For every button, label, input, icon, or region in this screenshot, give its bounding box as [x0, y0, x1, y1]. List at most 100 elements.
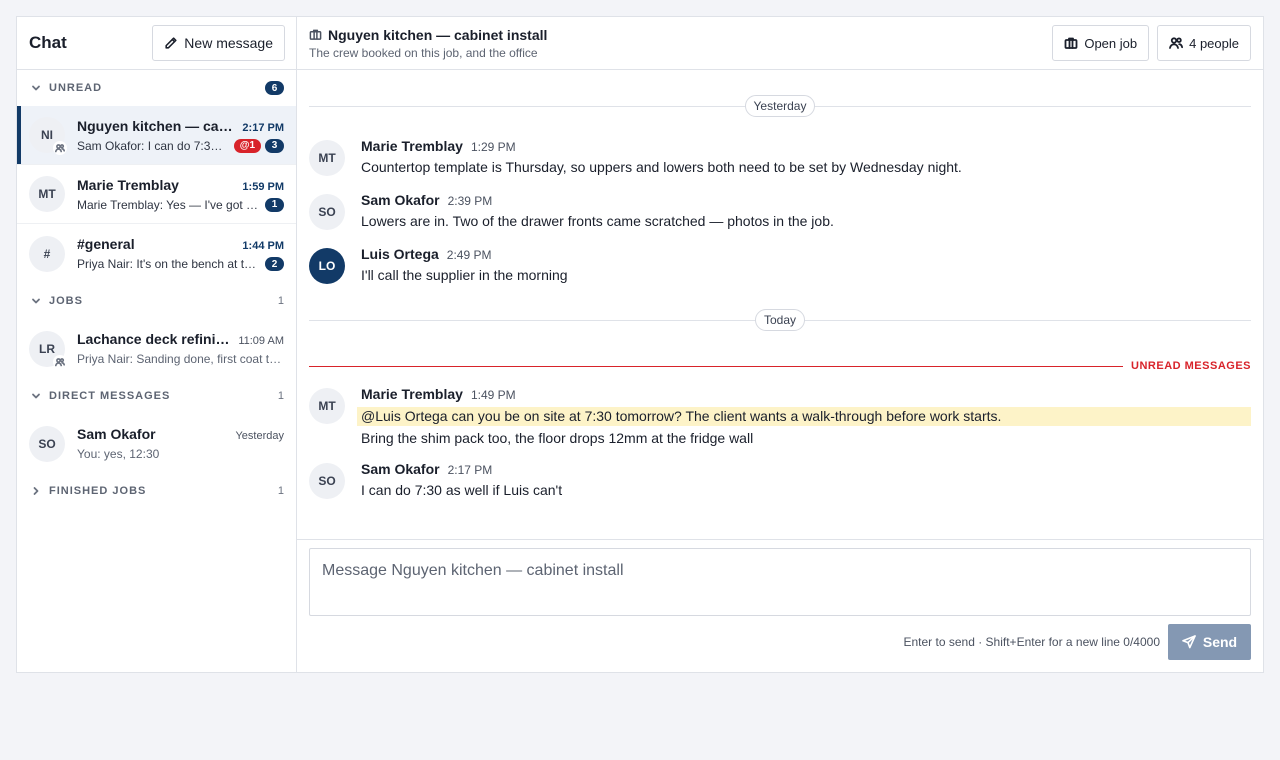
- section-count: 1: [277, 485, 284, 497]
- conversation-preview: Sam Okafor: I can do 7:30 as well if Lui…: [77, 138, 228, 153]
- new-message-label: New message: [184, 35, 273, 51]
- unread-label: UNREAD MESSAGES: [1131, 360, 1251, 372]
- section-direct-messages[interactable]: DIRECT MESSAGES 1: [17, 378, 296, 414]
- conversation-subtitle: The crew booked on this job, and the off…: [309, 45, 538, 60]
- message: MT Marie Tremblay 1:49 PM @Luis Ortega c…: [309, 381, 1251, 452]
- conversation-pane: Nguyen kitchen — cabinet install The cre…: [297, 17, 1263, 672]
- conversation-preview: Marie Tremblay: Yes — I've got the keys: [77, 197, 259, 212]
- composer-hint: Enter to send · Shift+Enter for a new li…: [903, 635, 1161, 649]
- message-text: Lowers are in. Two of the drawer fronts …: [361, 213, 834, 229]
- message-input-box: [309, 548, 1251, 616]
- day-divider-yesterday: Yesterday: [309, 93, 1251, 125]
- unread-count-badge: 3: [265, 138, 284, 153]
- message-time: 2:49 PM: [446, 248, 492, 262]
- conversation-preview: You: yes, 12:30: [77, 447, 160, 461]
- send-icon: [1182, 635, 1196, 649]
- message-author: Sam Okafor: [361, 192, 440, 208]
- conversation-header: Nguyen kitchen — cabinet install The cre…: [297, 17, 1263, 70]
- message-list: Yesterday MT Marie Tremblay 1:29 PM Coun…: [297, 70, 1263, 539]
- conversation-item-marie-tremblay[interactable]: MT Marie Tremblay 1:59 PM Marie Tremblay…: [17, 165, 296, 224]
- conversation-body: Marie Tremblay 1:59 PM Marie Tremblay: Y…: [77, 177, 284, 212]
- conversation-item-general[interactable]: # #general 1:44 PM Priya Nair: It's on t…: [17, 224, 296, 283]
- unread-count-badge: 1: [265, 197, 284, 212]
- conversation-time: 2:17 PM: [242, 121, 284, 134]
- day-label: Today: [754, 309, 806, 331]
- group-icon: [53, 141, 67, 155]
- conversation-item-sam-okafor[interactable]: SO Sam Okafor Yesterday You: yes, 12:30: [17, 414, 296, 473]
- section-label: UNREAD: [49, 82, 103, 94]
- avatar: LO: [309, 248, 345, 284]
- message: SO Sam Okafor 2:39 PM Lowers are in. Two…: [309, 187, 1251, 235]
- day-divider-today: Today: [309, 307, 1251, 339]
- avatar: SO: [309, 194, 345, 230]
- message-author: Marie Tremblay: [361, 138, 463, 154]
- conversation-item-lachance-deck[interactable]: LR Lachance deck refinish 11:09 AM Priya…: [17, 319, 296, 378]
- conversation-preview: Priya Nair: It's on the bench at the sho…: [77, 257, 259, 271]
- open-job-button[interactable]: Open job: [1052, 25, 1150, 61]
- avatar: MT: [29, 176, 65, 212]
- message-text: Bring the shim pack too, the floor drops…: [361, 430, 754, 446]
- conversation-time: 1:59 PM: [242, 180, 284, 193]
- people-icon: [1169, 37, 1184, 49]
- avatar-initials: SO: [38, 436, 56, 451]
- avatar-initials: NI: [41, 128, 53, 142]
- avatar-initials: LR: [39, 341, 55, 356]
- conversation-body: Nguyen kitchen — cabinet install 2:17 PM…: [77, 118, 284, 153]
- day-label: Yesterday: [744, 95, 816, 117]
- conversation-name: Sam Okafor: [77, 426, 156, 442]
- conversation-name: #general: [77, 236, 135, 252]
- chevron-down-icon: [31, 83, 41, 93]
- sidebar: Chat New message UNREAD 6 NI Nguyen kitc…: [17, 17, 297, 672]
- message-input[interactable]: [322, 562, 1238, 602]
- avatar-initials: #: [43, 246, 51, 261]
- section-unread[interactable]: UNREAD 6: [17, 70, 296, 106]
- section-finished-jobs[interactable]: FINISHED JOBS 1: [17, 473, 296, 509]
- sidebar-title: Chat: [29, 33, 67, 52]
- avatar: MT: [309, 388, 345, 424]
- conversation-item-nguyen-kitchen[interactable]: NI Nguyen kitchen — cabinet install 2:17…: [17, 106, 296, 165]
- people-label: 4 people: [1189, 35, 1239, 51]
- chat-app: Chat New message UNREAD 6 NI Nguyen kitc…: [16, 16, 1264, 673]
- briefcase-icon: [1064, 37, 1078, 49]
- new-message-button[interactable]: New message: [152, 25, 285, 61]
- conversation-preview: Priya Nair: Sanding done, first coat tom…: [77, 352, 284, 366]
- conversation-name: Marie Tremblay: [77, 176, 179, 193]
- group-icon: [53, 354, 67, 369]
- avatar: SO: [309, 463, 345, 499]
- unread-count-badge: 2: [265, 257, 284, 271]
- section-count-badge: 6: [265, 81, 284, 95]
- conversation-name: Nguyen kitchen — cabinet install: [77, 117, 234, 134]
- message-time: 2:39 PM: [447, 194, 493, 208]
- message: LO Luis Ortega 2:49 PM I'll call the sup…: [309, 241, 1251, 289]
- chevron-down-icon: [31, 391, 41, 401]
- avatar: MT: [309, 140, 345, 176]
- message: MT Marie Tremblay 1:29 PM Countertop tem…: [309, 133, 1251, 181]
- conversation-body: Lachance deck refinish 11:09 AM Priya Na…: [77, 331, 284, 366]
- conversation-body: Sam Okafor Yesterday You: yes, 12:30: [77, 426, 284, 461]
- message-text-mention: @Luis Ortega can you be on site at 7:30 …: [357, 407, 1251, 426]
- message-time: 1:29 PM: [470, 140, 516, 154]
- sidebar-header: Chat New message: [17, 17, 296, 70]
- message-text: Countertop template is Thursday, so uppe…: [361, 159, 962, 175]
- open-job-label: Open job: [1084, 35, 1138, 51]
- conversation-title: Nguyen kitchen — cabinet install: [328, 26, 548, 43]
- chevron-down-icon: [31, 296, 41, 306]
- briefcase-icon: [309, 29, 322, 40]
- avatar: #: [29, 235, 65, 272]
- section-label: JOBS: [49, 295, 83, 307]
- section-label: DIRECT MESSAGES: [49, 390, 171, 402]
- composer: Enter to send · Shift+Enter for a new li…: [297, 539, 1263, 672]
- conversation-time: 11:09 AM: [238, 335, 284, 347]
- send-button[interactable]: Send: [1168, 624, 1251, 660]
- conversation-name: Lachance deck refinish: [77, 331, 231, 347]
- conversation-time: Yesterday: [235, 430, 284, 442]
- conversation-time: 1:44 PM: [242, 240, 284, 252]
- avatar: SO: [29, 425, 65, 462]
- people-button[interactable]: 4 people: [1157, 25, 1251, 61]
- unread-divider: UNREAD MESSAGES: [309, 357, 1251, 375]
- section-jobs[interactable]: JOBS 1: [17, 283, 296, 319]
- conversation-body: #general 1:44 PM Priya Nair: It's on the…: [77, 236, 284, 271]
- avatar: LR: [29, 330, 67, 369]
- send-label: Send: [1202, 634, 1238, 650]
- message-time: 1:49 PM: [470, 388, 516, 402]
